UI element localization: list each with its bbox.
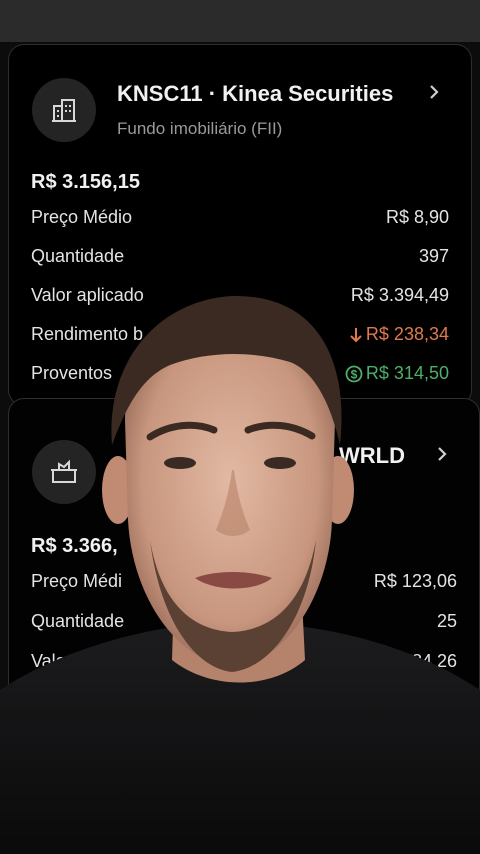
holding-title: WRLD <box>339 443 405 468</box>
basket-icon <box>32 440 96 504</box>
arrow-down-icon <box>350 327 362 342</box>
row-proventos: Proventos $ R$ 314,50 <box>31 363 449 387</box>
building-icon <box>32 78 96 142</box>
row-label: Valor <box>31 651 72 671</box>
holding-total: R$ 3.156,15 <box>31 171 140 193</box>
row-label: Quantidade <box>31 611 125 631</box>
row-label: Quantidade <box>31 246 125 266</box>
row-value: R$ 8,90 <box>385 207 449 227</box>
row-value: 25 <box>436 611 457 631</box>
row-quantidade: Quantidade 397 <box>31 246 449 270</box>
row-label: Preço Médio <box>31 207 133 227</box>
top-bar <box>0 0 480 42</box>
row-value-wrap: R$ 238,34 <box>349 324 449 345</box>
holding-card-wrld[interactable]: WRLD R$ 3.366, Preço Médi R$ 123,06 Quan… <box>8 398 480 720</box>
holding-subtitle: Fundo imobiliário (FII) <box>117 119 283 138</box>
row-valor-aplicado: Valor aplicado R$ 3.394,49 <box>31 285 449 309</box>
row-value: R$ 238,34 <box>365 324 449 344</box>
row-label: Rendimento b <box>31 324 144 344</box>
row-value: 397 <box>418 246 449 266</box>
row-quantidade: Quantidade 25 <box>31 611 457 635</box>
row-label: Proventos <box>31 363 113 383</box>
dividend-icon: $ <box>345 365 363 382</box>
row-label: Preço Médi <box>31 571 123 591</box>
holding-card-knsc11[interactable]: KNSC11 · Kinea Securities Fundo imobiliá… <box>8 44 472 406</box>
chevron-right-icon[interactable] <box>435 447 449 461</box>
row-value: R$ 3.394,49 <box>350 285 449 305</box>
svg-text:$: $ <box>351 367 358 381</box>
row-value: R$ 123,06 <box>373 571 457 591</box>
row-value: R$ 314,50 <box>365 363 449 383</box>
row-preco-medio: Preço Médio R$ 8,90 <box>31 207 449 231</box>
row-value: 584,26 <box>401 651 457 671</box>
chevron-right-icon[interactable] <box>427 85 441 99</box>
row-valor-aplicado: Valor 584,26 <box>31 651 457 675</box>
row-value-wrap: $ R$ 314,50 <box>345 363 449 384</box>
row-label: Valor aplicado <box>31 285 144 305</box>
row-preco-medio: Preço Médi R$ 123,06 <box>31 571 457 595</box>
row-rendimento: Rendimento b R$ 238,34 <box>31 324 449 348</box>
holding-total: R$ 3.366, <box>31 535 118 557</box>
holding-title: KNSC11 · Kinea Securities <box>117 81 394 106</box>
